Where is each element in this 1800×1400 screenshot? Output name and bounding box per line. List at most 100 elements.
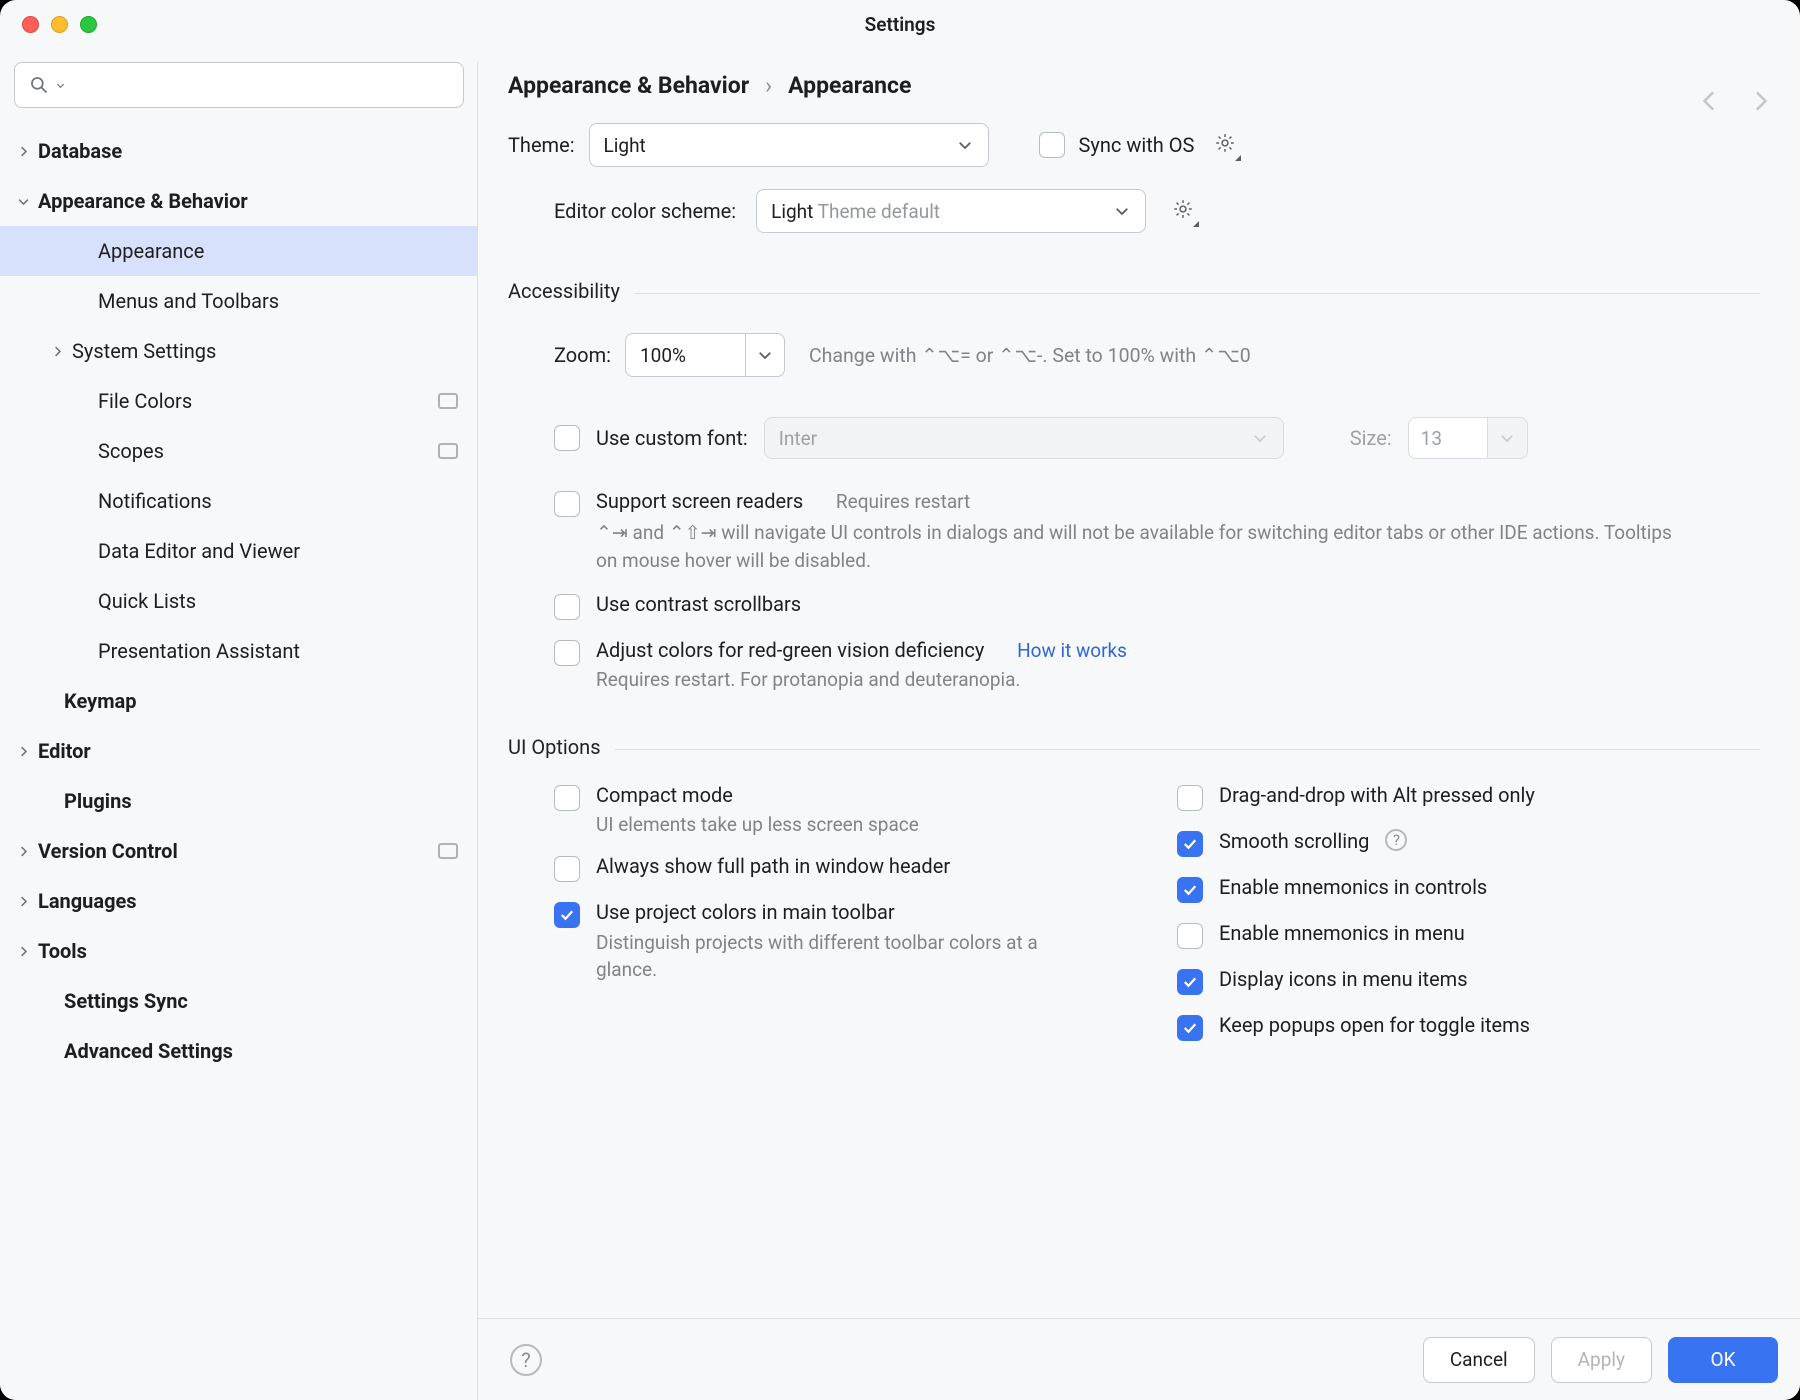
editor-scheme-label: Editor color scheme:	[554, 199, 736, 223]
zoom-input[interactable]: 100%	[625, 333, 745, 377]
settings-window: Settings Database Appearance & Behavior	[0, 0, 1800, 1400]
dnd-alt-checkbox[interactable]	[1177, 785, 1203, 811]
contrast-scrollbars-checkbox[interactable]	[554, 594, 580, 620]
chevron-right-icon[interactable]	[42, 344, 72, 359]
sidebar-item-data-editor[interactable]: Data Editor and Viewer	[0, 526, 478, 576]
how-it-works-link[interactable]: How it works	[1017, 639, 1127, 662]
color-deficiency-hint: Requires restart. For protanopia and deu…	[596, 668, 1127, 691]
theme-select[interactable]: Light	[589, 123, 989, 167]
chevron-down-icon	[1251, 429, 1269, 447]
font-size-input[interactable]: 13	[1408, 417, 1488, 459]
editor-scheme-value: Light	[771, 200, 813, 223]
mnemonics-controls-checkbox[interactable]	[1177, 877, 1203, 903]
sidebar-item-languages[interactable]: Languages	[0, 876, 478, 926]
smooth-scroll-label: Smooth scrolling	[1219, 829, 1369, 853]
sidebar-item-label: Languages	[38, 889, 137, 913]
display-icons-checkbox[interactable]	[1177, 969, 1203, 995]
chevron-down-icon	[956, 136, 974, 154]
screen-reader-checkbox[interactable]	[554, 491, 580, 517]
zoom-dropdown-button[interactable]	[745, 333, 785, 377]
sidebar-item-label: Advanced Settings	[64, 1039, 233, 1063]
sidebar-item-label: Editor	[38, 739, 91, 763]
chevron-right-icon[interactable]	[8, 944, 38, 959]
sidebar-item-advanced[interactable]: Advanced Settings	[0, 1026, 478, 1076]
chevron-down-icon[interactable]	[8, 194, 38, 209]
sidebar-item-plugins[interactable]: Plugins	[0, 776, 478, 826]
breadcrumb-current: Appearance	[788, 72, 911, 99]
chevron-right-icon[interactable]	[8, 144, 38, 159]
sidebar-item-label: Scopes	[98, 439, 164, 463]
sidebar-item-editor[interactable]: Editor	[0, 726, 478, 776]
sidebar-item-file-colors[interactable]: File Colors	[0, 376, 478, 426]
sidebar-item-appearance-behavior[interactable]: Appearance & Behavior	[0, 176, 478, 226]
accessibility-heading: Accessibility	[508, 279, 1760, 303]
ok-button[interactable]: OK	[1668, 1337, 1778, 1383]
gear-icon	[1214, 132, 1236, 154]
title-bar: Settings	[0, 0, 1800, 48]
compact-mode-checkbox[interactable]	[554, 785, 580, 811]
sidebar-item-label: Keymap	[64, 689, 136, 713]
settings-scroll[interactable]: Appearance & Behavior › Appearance Theme…	[478, 48, 1800, 1318]
sidebar-item-tools[interactable]: Tools	[0, 926, 478, 976]
nav-forward-icon[interactable]	[1746, 88, 1772, 114]
font-size-value: 13	[1421, 427, 1442, 450]
sidebar-item-database[interactable]: Database	[0, 126, 478, 176]
sidebar-item-notifications[interactable]: Notifications	[0, 476, 478, 526]
help-icon[interactable]: ?	[1385, 829, 1407, 851]
nav-back-icon[interactable]	[1698, 88, 1724, 114]
project-colors-label: Use project colors in main toolbar	[596, 900, 1066, 924]
chevron-down-icon	[55, 80, 66, 91]
apply-button[interactable]: Apply	[1551, 1337, 1652, 1383]
chevron-right-icon[interactable]	[8, 844, 38, 859]
font-size-stepper[interactable]	[1488, 417, 1528, 459]
sync-os-settings-button[interactable]	[1208, 128, 1242, 162]
full-path-checkbox[interactable]	[554, 856, 580, 882]
breadcrumb-parent[interactable]: Appearance & Behavior	[508, 72, 749, 99]
chevron-right-icon[interactable]	[8, 894, 38, 909]
sidebar-item-label: Plugins	[64, 789, 132, 813]
zoom-hint: Change with ⌃⌥= or ⌃⌥-. Set to 100% with…	[809, 344, 1251, 367]
theme-value: Light	[604, 134, 646, 157]
sidebar-item-label: Appearance	[98, 239, 204, 263]
sidebar-item-presentation[interactable]: Presentation Assistant	[0, 626, 478, 676]
smooth-scroll-checkbox[interactable]	[1177, 831, 1203, 857]
search-input[interactable]	[14, 62, 464, 108]
custom-font-select[interactable]: Inter	[764, 417, 1284, 459]
sidebar-item-keymap[interactable]: Keymap	[0, 676, 478, 726]
zoom-value: 100%	[640, 344, 686, 367]
sidebar-item-appearance[interactable]: Appearance	[0, 226, 478, 276]
cancel-button[interactable]: Cancel	[1423, 1337, 1535, 1383]
color-deficiency-label: Adjust colors for red-green vision defic…	[596, 638, 984, 662]
scope-badge-icon	[438, 393, 458, 409]
keep-popups-checkbox[interactable]	[1177, 1015, 1203, 1041]
color-deficiency-checkbox[interactable]	[554, 640, 580, 666]
full-path-label: Always show full path in window header	[596, 854, 950, 878]
sidebar-item-settings-sync[interactable]: Settings Sync	[0, 976, 478, 1026]
dialog-footer: ? Cancel Apply OK	[478, 1318, 1800, 1400]
help-button[interactable]: ?	[510, 1344, 542, 1376]
sidebar-item-version-control[interactable]: Version Control	[0, 826, 478, 876]
editor-scheme-suffix: Theme default	[818, 200, 940, 223]
sidebar-item-scopes[interactable]: Scopes	[0, 426, 478, 476]
project-colors-checkbox[interactable]	[554, 902, 580, 928]
chevron-down-icon	[756, 346, 774, 364]
mnemonics-menu-checkbox[interactable]	[1177, 923, 1203, 949]
compact-mode-label: Compact mode	[596, 783, 919, 807]
sidebar-item-system-settings[interactable]: System Settings	[0, 326, 478, 376]
sidebar-item-label: Tools	[38, 939, 87, 963]
ui-options-heading: UI Options	[508, 735, 1760, 759]
sidebar: Database Appearance & Behavior Appearanc…	[0, 48, 478, 1400]
editor-scheme-settings-button[interactable]	[1166, 194, 1200, 228]
sidebar-item-label: Quick Lists	[98, 589, 196, 613]
sidebar-item-menus-toolbars[interactable]: Menus and Toolbars	[0, 276, 478, 326]
sync-os-checkbox[interactable]	[1039, 132, 1065, 158]
screen-reader-badge: Requires restart	[836, 490, 970, 513]
settings-tree[interactable]: Database Appearance & Behavior Appearanc…	[0, 118, 478, 1076]
editor-scheme-select[interactable]: Light Theme default	[756, 189, 1146, 233]
breadcrumb: Appearance & Behavior › Appearance	[508, 62, 1760, 123]
keep-popups-label: Keep popups open for toggle items	[1219, 1013, 1530, 1037]
sidebar-item-quick-lists[interactable]: Quick Lists	[0, 576, 478, 626]
history-nav	[1698, 88, 1772, 114]
custom-font-checkbox[interactable]	[554, 425, 580, 451]
chevron-right-icon[interactable]	[8, 744, 38, 759]
